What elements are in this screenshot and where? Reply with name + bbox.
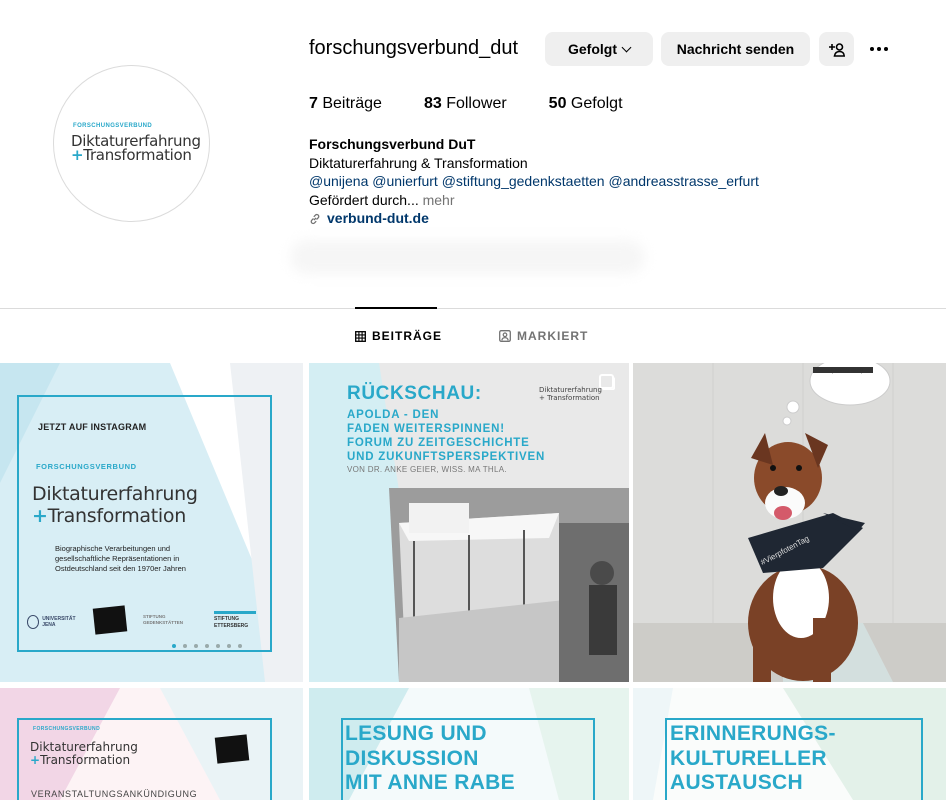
post4-line1: Diktaturerfahrung xyxy=(30,740,138,754)
stat-posts: 7 Beiträge xyxy=(309,95,382,112)
post-tile-5[interactable]: LESUNG UND DISKUSSION MIT ANNE RABE xyxy=(309,688,629,800)
post3-dog-photo xyxy=(633,363,946,682)
post2-author: VON DR. ANKE GEIER, WISS. MA THLA. xyxy=(347,465,507,474)
post1-logo-jena: UNIVERSITÄT JENA xyxy=(27,613,83,631)
bio-funding: Gefördert durch... mehr xyxy=(309,191,455,208)
post2-subtitle: APOLDA - DEN FADEN WEITERSPINNEN! FORUM … xyxy=(347,409,546,463)
post1-line2: +Transformation xyxy=(32,505,186,527)
post6-title: ERINNERUNGS- KULTURELLER AUSTAUSCH xyxy=(670,722,836,794)
post1-logo-gedenkstaetten: STIFTUNG GEDENKSTÄTTEN xyxy=(143,614,184,625)
post4-small: FORSCHUNGSVERBUND xyxy=(33,726,101,732)
post4-line2: +Transformation xyxy=(30,753,131,767)
tagged-icon xyxy=(499,330,511,342)
tab-tagged[interactable]: MARKIERT xyxy=(499,329,588,343)
post1-description: Biographische Verarbeitungen und gesells… xyxy=(55,544,186,573)
post-tile-2[interactable]: RÜCKSCHAU: Diktaturerfahrung + Transform… xyxy=(309,363,629,682)
bio-mentions[interactable]: @unijena @unierfurt @stiftung_gedenkstae… xyxy=(309,172,759,191)
stat-followers[interactable]: 83 Follower xyxy=(424,95,507,113)
profile-bio: Forschungsverbund DuT Diktaturerfahrung … xyxy=(309,135,759,228)
tab-posts[interactable]: BEITRÄGE xyxy=(355,329,442,343)
avatar-logo-small: FORSCHUNGSVERBUND xyxy=(73,123,153,129)
post-tile-1[interactable]: JETZT AUF INSTAGRAM FORSCHUNGSVERBUND Di… xyxy=(0,363,303,682)
profile-username: forschungsverbund_dut xyxy=(309,37,519,59)
post5-title: LESUNG UND DISKUSSION MIT ANNE RABE xyxy=(345,722,515,794)
add-person-icon xyxy=(829,42,845,57)
bio-name: Forschungsverbund DuT xyxy=(309,136,476,152)
profile-stats: 7 Beiträge 83 Follower 50 Gefolgt xyxy=(309,95,665,113)
avatar-logo-plus: + xyxy=(71,146,84,164)
following-button[interactable]: Gefolgt xyxy=(545,32,653,66)
carousel-dots xyxy=(172,644,242,648)
chevron-down-icon xyxy=(621,42,632,52)
blurred-highlights xyxy=(290,240,645,274)
tab-active-indicator xyxy=(355,307,437,309)
post1-small: FORSCHUNGSVERBUND xyxy=(36,462,137,471)
more-options-icon[interactable] xyxy=(866,38,892,60)
bio-website-link[interactable]: verbund-dut.de xyxy=(309,209,759,228)
profile-avatar[interactable]: FORSCHUNGSVERBUND Diktaturerfahrung +Tra… xyxy=(53,65,210,222)
post-tile-6[interactable]: ERINNERUNGS- KULTURELLER AUSTAUSCH xyxy=(633,688,946,800)
post1-line1: Diktaturerfahrung xyxy=(32,483,198,505)
message-label: Nachricht senden xyxy=(676,41,795,57)
post4-logo-erfurt xyxy=(214,734,250,764)
post4-caption: VERANSTALTUNGSANKÜNDIGUNG xyxy=(31,789,198,799)
grid-icon xyxy=(355,330,366,342)
stat-following[interactable]: 50 Gefolgt xyxy=(549,95,623,113)
tabs-divider xyxy=(0,308,946,309)
post-tile-4[interactable]: FORSCHUNGSVERBUND Diktaturerfahrung +Tra… xyxy=(0,688,303,800)
following-label: Gefolgt xyxy=(568,41,617,57)
post2-logo: Diktaturerfahrung + Transformation xyxy=(539,386,602,402)
post1-headline: JETZT AUF INSTAGRAM xyxy=(38,422,147,432)
avatar-logo-line2-text: Transformation xyxy=(83,146,192,164)
avatar-logo-line2: +Transformation xyxy=(71,146,192,164)
post3-bubble-text: (dinner mal) xyxy=(831,368,864,374)
post-tile-3[interactable]: #VierpfotenTag (dinner mal) xyxy=(633,363,946,682)
post2-title: RÜCKSCHAU: xyxy=(347,383,482,404)
message-button[interactable]: Nachricht senden xyxy=(661,32,810,66)
post1-logo-ettersberg: STIFTUNG ETTERSBERG xyxy=(214,611,256,630)
bio-subtitle: Diktaturerfahrung & Transformation xyxy=(309,154,528,171)
bio-more-link[interactable]: mehr xyxy=(419,192,455,208)
post1-logo-erfurt xyxy=(92,605,128,635)
link-icon xyxy=(310,213,320,224)
suggest-people-button[interactable] xyxy=(819,32,854,66)
